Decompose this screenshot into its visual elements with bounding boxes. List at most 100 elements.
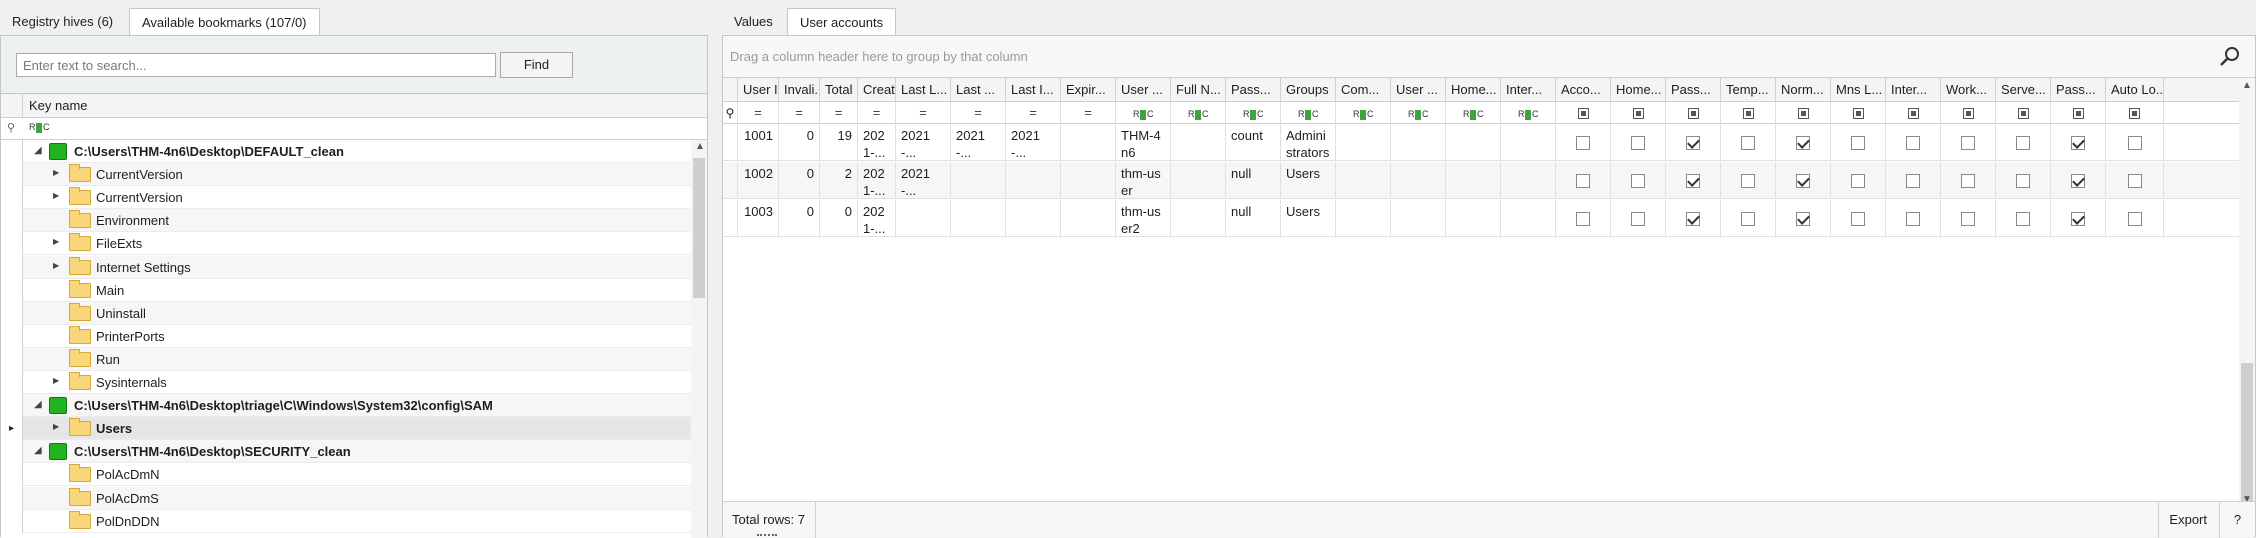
filter-equals-icon[interactable]: =: [896, 102, 951, 124]
unchecked-checkbox-icon[interactable]: [1906, 212, 1920, 226]
row-indicator[interactable]: [1, 278, 23, 302]
unchecked-checkbox-icon[interactable]: [1961, 136, 1975, 150]
unchecked-checkbox-icon[interactable]: [2127, 174, 2142, 188]
table-cell[interactable]: 1001: [738, 124, 779, 161]
table-cell[interactable]: 2021-...: [896, 162, 951, 199]
checked-checkbox-icon[interactable]: [1686, 136, 1700, 150]
table-cell[interactable]: null: [1226, 200, 1281, 237]
filter-checkbox[interactable]: [2051, 102, 2106, 124]
row-indicator[interactable]: [1, 140, 23, 163]
contains-icon[interactable]: RC: [1243, 109, 1264, 120]
unchecked-checkbox-icon[interactable]: [2016, 174, 2030, 188]
unchecked-checkbox-icon[interactable]: [1741, 174, 1755, 188]
table-cell[interactable]: thm-user: [1116, 162, 1171, 199]
table-cell[interactable]: 2021-...: [858, 200, 896, 237]
table-cell-checkbox[interactable]: [1886, 162, 1941, 199]
table-cell-checkbox[interactable]: [1556, 162, 1611, 199]
column-header[interactable]: Mns L...: [1831, 78, 1886, 102]
filter-contains-icon[interactable]: RC: [1336, 102, 1391, 124]
checked-checkbox-icon[interactable]: [2071, 212, 2085, 226]
table-row[interactable]: 1001 0 19 2021-... 2021-... 2021-... 2021-... T…: [723, 124, 2239, 161]
table-cell[interactable]: [1501, 200, 1556, 237]
row-indicator[interactable]: [723, 200, 738, 237]
equals-icon[interactable]: =: [795, 105, 803, 120]
unchecked-checkbox-icon[interactable]: [1741, 136, 1755, 150]
equals-icon[interactable]: =: [1084, 105, 1092, 120]
expand-icon[interactable]: ▶: [53, 376, 59, 385]
row-indicator[interactable]: [1, 163, 23, 187]
table-cell-checkbox[interactable]: [1941, 200, 1996, 237]
table-cell-checkbox[interactable]: [1666, 200, 1721, 237]
table-cell[interactable]: [1391, 162, 1446, 199]
expand-icon[interactable]: ▶: [53, 237, 59, 246]
column-header-key-name[interactable]: Key name: [29, 94, 88, 118]
filter-checkbox-icon[interactable]: [1907, 108, 1919, 120]
table-cell-checkbox[interactable]: [1611, 162, 1666, 199]
unchecked-checkbox-icon[interactable]: [2016, 212, 2030, 226]
table-cell[interactable]: 1003: [738, 200, 779, 237]
filter-contains-icon[interactable]: RC: [1391, 102, 1446, 124]
column-header[interactable]: Auto Lo...: [2106, 78, 2164, 102]
filter-contains-icon[interactable]: RC: [1226, 102, 1281, 124]
unchecked-checkbox-icon[interactable]: [1851, 136, 1865, 150]
scroll-thumb[interactable]: [693, 158, 705, 298]
filter-checkbox-icon[interactable]: [1742, 108, 1754, 120]
filter-checkbox-icon[interactable]: [1632, 108, 1644, 120]
table-cell-checkbox[interactable]: [2106, 124, 2164, 161]
unchecked-checkbox-icon[interactable]: [1961, 212, 1975, 226]
filter-checkbox-icon[interactable]: [1687, 108, 1699, 120]
tree-row[interactable]: ▶ FileExts: [1, 232, 691, 256]
table-cell-checkbox[interactable]: [2051, 124, 2106, 161]
column-header[interactable]: Invali...: [779, 78, 820, 102]
filter-contains-icon[interactable]: RC: [29, 122, 50, 133]
table-cell[interactable]: 2021-...: [1006, 124, 1061, 161]
tree-row[interactable]: PolAcDmS: [1, 486, 691, 510]
table-cell[interactable]: 0: [820, 200, 858, 237]
expand-icon[interactable]: ▶: [53, 191, 59, 200]
filter-checkbox[interactable]: [2106, 102, 2164, 124]
table-cell[interactable]: [1336, 162, 1391, 199]
column-header[interactable]: Last ...: [951, 78, 1006, 102]
row-indicator[interactable]: [1, 209, 23, 233]
table-cell[interactable]: 0: [779, 162, 820, 199]
filter-checkbox-icon[interactable]: [1797, 108, 1809, 120]
table-cell[interactable]: 2021-...: [951, 124, 1006, 161]
table-cell[interactable]: [1391, 124, 1446, 161]
unchecked-checkbox-icon[interactable]: [1906, 136, 1920, 150]
table-cell-checkbox[interactable]: [1721, 124, 1776, 161]
contains-icon[interactable]: RC: [1463, 109, 1484, 120]
table-cell[interactable]: null: [1226, 162, 1281, 199]
filter-checkbox[interactable]: [1776, 102, 1831, 124]
row-indicator[interactable]: [1, 347, 23, 371]
row-indicator[interactable]: [1, 440, 23, 464]
filter-checkbox[interactable]: [1941, 102, 1996, 124]
table-cell-checkbox[interactable]: [1831, 162, 1886, 199]
column-header[interactable]: Acco...: [1556, 78, 1611, 102]
filter-checkbox[interactable]: [1611, 102, 1666, 124]
column-header[interactable]: Work...: [1941, 78, 1996, 102]
filter-checkbox-icon[interactable]: [2129, 108, 2140, 120]
tree-row[interactable]: ◢ C:\Users\THM-4n6\Desktop\DEFAULT_clean: [1, 140, 691, 163]
filter-equals-icon[interactable]: =: [1006, 102, 1061, 124]
table-cell[interactable]: 19: [820, 124, 858, 161]
unchecked-checkbox-icon[interactable]: [1851, 212, 1865, 226]
equals-icon[interactable]: =: [835, 105, 843, 120]
tree-row[interactable]: ◢ C:\Users\THM-4n6\Desktop\triage\C\Windo…: [1, 394, 691, 418]
tree-row[interactable]: ▶ CurrentVersion: [1, 163, 691, 187]
column-header[interactable]: Com...: [1336, 78, 1391, 102]
table-cell[interactable]: Administrators: [1281, 124, 1336, 161]
table-cell[interactable]: [1501, 162, 1556, 199]
column-header[interactable]: Inter...: [1886, 78, 1941, 102]
table-cell[interactable]: 2021-...: [858, 124, 896, 161]
row-indicator[interactable]: [1, 509, 23, 533]
table-cell-checkbox[interactable]: [1611, 200, 1666, 237]
filter-checkbox[interactable]: [1996, 102, 2051, 124]
table-cell[interactable]: Users: [1281, 162, 1336, 199]
checked-checkbox-icon[interactable]: [1796, 174, 1810, 188]
tab-values[interactable]: Values: [722, 8, 785, 36]
table-cell[interactable]: count: [1226, 124, 1281, 161]
table-cell[interactable]: 2021-...: [858, 162, 896, 199]
table-cell[interactable]: [1006, 162, 1061, 199]
tree-row[interactable]: Environment: [1, 209, 691, 233]
unchecked-checkbox-icon[interactable]: [1851, 174, 1865, 188]
